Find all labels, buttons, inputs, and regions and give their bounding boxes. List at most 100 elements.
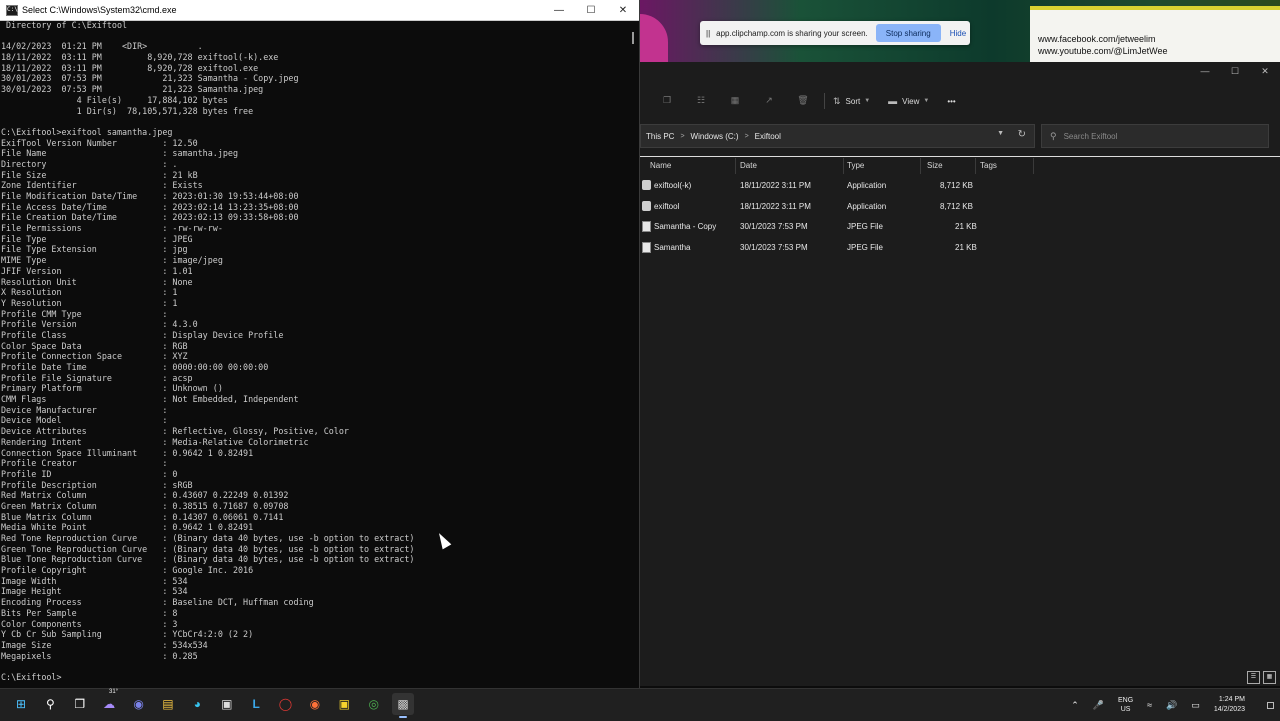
console-line: Encoding Process : Baseline DCT, Huffman… [1, 597, 314, 608]
stop-sharing-button[interactable]: Stop sharing [875, 24, 941, 42]
explorer-maximize-button[interactable]: ☐ [1220, 62, 1250, 82]
search-box[interactable]: ⚲ Search Exiftool [1041, 124, 1269, 148]
hide-link[interactable]: Hide [950, 29, 966, 38]
console-line: 30/01/2023 07:53 PM 21,323 Samantha - Co… [1, 73, 299, 84]
column-header-tags[interactable]: Tags [980, 161, 997, 170]
file-list: exiftool(-k) 18/11/2022 3:11 PM Applicat… [640, 176, 1280, 259]
column-headers: Name Date Type Size Tags [640, 158, 1280, 174]
clock[interactable]: 1:24 PM 14/2/2023 [1214, 695, 1245, 715]
console-line: Red Tone Reproduction Curve : (Binary da… [1, 533, 415, 543]
share-icon[interactable]: ↗ [762, 95, 776, 107]
chevron-up-icon[interactable]: ⌃ [1071, 700, 1079, 711]
weather-badge[interactable]: 31° [109, 689, 118, 695]
file-size: 21 KB [955, 222, 977, 232]
console-line: Profile Copyright : Google Inc. 2016 [1, 565, 254, 576]
refresh-icon[interactable]: ↻ [1018, 129, 1026, 140]
cmd-window[interactable]: C:\ Select C:\Windows\System32\cmd.exe —… [0, 0, 640, 688]
column-divider[interactable] [1033, 158, 1034, 174]
console-line: Color Components : 3 [1, 618, 178, 629]
widgets-icon[interactable]: ☁ [98, 693, 120, 715]
application-icon [642, 200, 651, 211]
column-header-type[interactable]: Type [847, 161, 864, 170]
breadcrumb-this-pc[interactable]: This PC [646, 132, 674, 141]
system-tray: ⌃ 🎤 ENG US ≈ 🔊 ▭ 1:24 PM 14/2/2023 [1071, 689, 1280, 721]
sort-label: Sort [845, 96, 861, 106]
console-scrollbar[interactable] [632, 32, 634, 44]
social-overlay: www.facebook.com/jetweelim www.youtube.c… [1030, 6, 1280, 66]
column-header-size[interactable]: Size [927, 161, 943, 170]
terminal-icon[interactable]: ▩ [392, 693, 415, 718]
details-view-icon[interactable]: ☰ [1247, 671, 1260, 684]
start-icon[interactable]: ⊞ [10, 693, 32, 715]
breadcrumb-exiftool[interactable]: Exiftool [755, 132, 781, 141]
volume-icon[interactable]: 🔊 [1166, 700, 1177, 711]
address-history-chevron-icon[interactable]: ▼ [997, 130, 1004, 137]
view-button[interactable]: ▬ View ▼ [888, 96, 929, 106]
edge-icon[interactable]: ◕ [186, 693, 208, 715]
file-row[interactable]: Samantha 30/1/2023 7:53 PM JPEG File 21 … [640, 238, 1280, 259]
store-icon[interactable]: ▣ [216, 693, 238, 715]
chrome-icon[interactable]: ◎ [363, 693, 385, 715]
address-bar[interactable]: This PC > Windows (C:) > Exiftool ▼ ↻ [640, 124, 1035, 148]
breadcrumb-windows-c[interactable]: Windows (C:) [691, 132, 739, 141]
column-header-date[interactable]: Date [740, 161, 757, 170]
column-divider[interactable] [975, 158, 976, 174]
task-view-icon[interactable]: ❐ [69, 693, 91, 715]
file-row[interactable]: Samantha - Copy 30/1/2023 7:53 PM JPEG F… [640, 217, 1280, 238]
close-button[interactable]: ✕ [607, 5, 639, 16]
cmd-titlebar[interactable]: C:\ Select C:\Windows\System32\cmd.exe —… [0, 0, 639, 21]
console-line: Profile Description : sRGB [1, 479, 193, 490]
console-line: CMM Flags : Not Embedded, Independent [1, 394, 299, 405]
file-explorer-window[interactable]: — ☐ ✕ ❐ ☷ ▦ ↗ 🗑 ⇅ Sort ▼ ▬ View ▼ ••• Th… [640, 62, 1280, 686]
copy-icon[interactable]: ❐ [660, 95, 674, 107]
console-line: 18/11/2022 03:11 PM 8,920,728 exiftool(-… [1, 52, 279, 63]
chevron-down-icon: ▼ [864, 98, 871, 104]
delete-icon[interactable]: 🗑 [796, 95, 810, 107]
explorer-window-controls: — ☐ ✕ [1190, 62, 1280, 82]
microphone-icon[interactable]: 🎤 [1093, 700, 1104, 711]
search-input[interactable]: Search Exiftool [1064, 132, 1118, 141]
console-line: 14/02/2023 01:21 PM <DIR> . [1, 41, 203, 52]
jpeg-file-icon [642, 242, 651, 254]
console-line: File Name : samantha.jpeg [1, 148, 238, 159]
rename-icon[interactable]: ▦ [728, 95, 742, 107]
maximize-button[interactable]: ☐ [575, 5, 607, 16]
share-message: app.clipchamp.com is sharing your screen… [716, 28, 868, 38]
wifi-icon[interactable]: ≈ [1147, 700, 1152, 710]
file-row[interactable]: exiftool 18/11/2022 3:11 PM Application … [640, 197, 1280, 218]
console-line: 18/11/2022 03:11 PM 8,920,728 exiftool.e… [1, 62, 259, 73]
language-indicator[interactable]: ENG US [1118, 696, 1133, 714]
column-divider[interactable] [920, 158, 921, 174]
console-line: File Creation Date/Time : 2023:02:13 09:… [1, 212, 299, 223]
console-output[interactable]: Directory of C:\Exiftool 14/02/2023 01:2… [1, 20, 625, 688]
file-date: 18/11/2022 3:11 PM [740, 201, 811, 211]
chat-icon[interactable]: ◉ [128, 693, 150, 715]
app-l-icon[interactable]: L [245, 693, 267, 715]
firefox-icon[interactable]: ◉ [304, 693, 326, 715]
column-header-name[interactable]: Name [650, 161, 671, 170]
sort-button[interactable]: ⇅ Sort ▼ [833, 96, 870, 107]
cmd-title: Select C:\Windows\System32\cmd.exe [22, 5, 177, 15]
minimize-button[interactable]: — [543, 5, 575, 16]
search-icon[interactable]: ⚲ [39, 693, 61, 715]
file-row[interactable]: exiftool(-k) 18/11/2022 3:11 PM Applicat… [640, 176, 1280, 197]
file-explorer-icon[interactable]: ▤ [157, 693, 179, 715]
console-line: Device Manufacturer : [1, 404, 173, 415]
column-divider[interactable] [843, 158, 844, 174]
column-divider[interactable] [735, 158, 736, 174]
notification-icon[interactable] [1267, 701, 1274, 709]
explorer-close-button[interactable]: ✕ [1250, 62, 1280, 82]
sticky-notes-icon[interactable]: ▣ [333, 693, 355, 715]
paste-icon[interactable]: ☷ [694, 95, 708, 107]
view-icon: ▬ [888, 96, 898, 106]
header-divider [640, 156, 1280, 157]
more-options-button[interactable]: ••• [947, 97, 955, 106]
console-line: Y Cb Cr Sub Sampling : YCbCr4:2:0 (2 2) [1, 629, 254, 640]
pause-icon: || [706, 28, 711, 38]
tiles-view-icon[interactable]: ▦ [1263, 671, 1276, 684]
youtube-url: www.youtube.com/@LimJetWee [1038, 46, 1168, 56]
explorer-minimize-button[interactable]: — [1190, 62, 1220, 82]
search-icon: ⚲ [1050, 130, 1057, 141]
opera-icon[interactable]: ◯ [275, 693, 297, 715]
battery-icon[interactable]: ▭ [1191, 700, 1200, 711]
